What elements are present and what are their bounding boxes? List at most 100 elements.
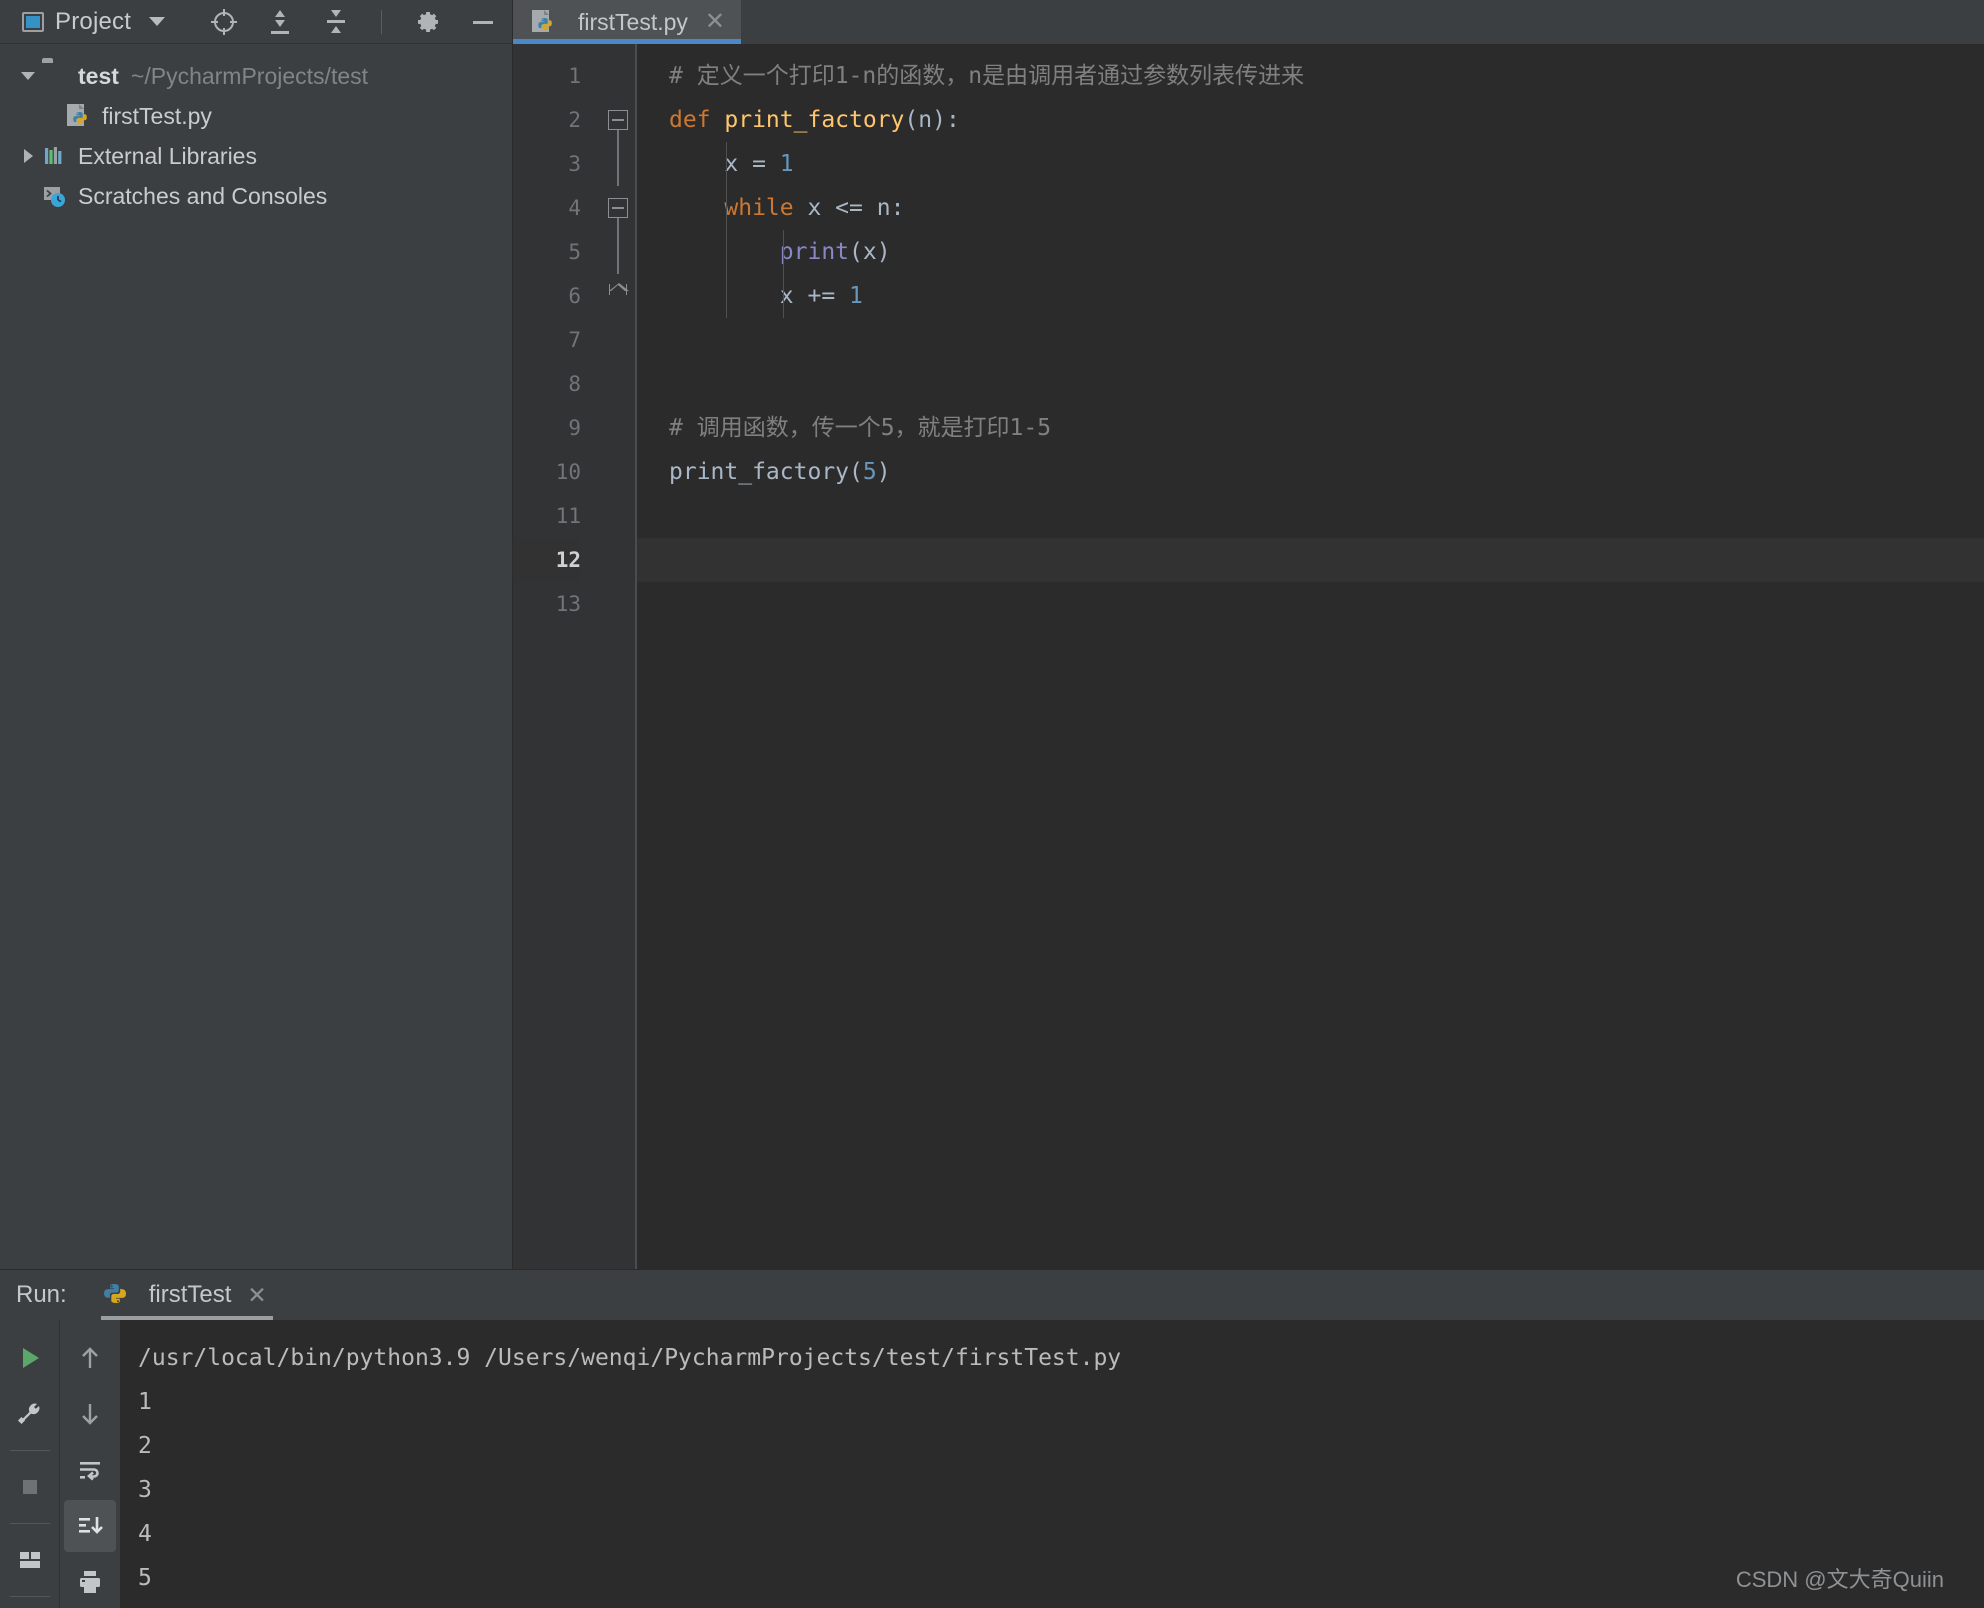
run-toolbar-right bbox=[60, 1320, 120, 1608]
code-line-1[interactable]: # 定义一个打印1-n的函数，n是由调用者通过参数列表传进来 bbox=[635, 54, 1984, 98]
code-token-keyword: def bbox=[669, 107, 725, 133]
run-button[interactable] bbox=[4, 1332, 56, 1384]
console-command: /usr/local/bin/python3.9 /Users/wenqi/Py… bbox=[138, 1345, 1122, 1371]
toolbar-divider bbox=[9, 1523, 50, 1524]
line-number: 13 bbox=[555, 592, 581, 616]
fold-region bbox=[603, 142, 635, 186]
code-token-plain: x += bbox=[669, 283, 850, 309]
code-token-number: 1 bbox=[849, 283, 863, 309]
editor-tabbar: firstTest.py ✕ bbox=[513, 0, 1984, 44]
code-token-plain: (x) bbox=[849, 239, 891, 265]
arrow-down-icon[interactable] bbox=[64, 1388, 116, 1440]
tree-node-label: External Libraries bbox=[78, 142, 257, 169]
editor-fold-column[interactable] bbox=[603, 44, 635, 1269]
toolbar-divider bbox=[9, 1450, 50, 1451]
indent-guide bbox=[783, 230, 784, 318]
code-line-6[interactable]: x += 1 bbox=[635, 274, 1984, 318]
fold-marker-end[interactable] bbox=[603, 274, 635, 318]
tree-node-label: test bbox=[78, 62, 119, 89]
code-line-7[interactable] bbox=[635, 318, 1984, 362]
fold-guide-line bbox=[617, 218, 619, 230]
code-line-13[interactable] bbox=[635, 582, 1984, 626]
expand-all-icon[interactable] bbox=[265, 7, 295, 37]
chevron-down-icon[interactable] bbox=[149, 17, 166, 26]
fold-marker-while[interactable] bbox=[603, 186, 635, 230]
editor-body[interactable]: 1 2 3 4 5 6 7 8 9 10 11 12 13 # 定义一个打印1-… bbox=[513, 44, 1984, 1269]
gear-icon[interactable] bbox=[412, 7, 442, 37]
code-line-3[interactable]: x = 1 bbox=[635, 142, 1984, 186]
run-tool-window: Run: firstTest ✕ /usr/local/bin/python3.… bbox=[0, 1269, 1984, 1608]
line-number: 10 bbox=[555, 460, 581, 484]
toolbar-divider bbox=[381, 9, 383, 34]
line-number: 6 bbox=[568, 284, 581, 308]
fold-end-icon[interactable] bbox=[608, 283, 629, 295]
stop-button[interactable] bbox=[4, 1461, 56, 1513]
run-toolbar-left bbox=[0, 1320, 60, 1608]
minimize-icon[interactable] bbox=[468, 7, 498, 37]
scroll-to-end-button[interactable] bbox=[64, 1500, 116, 1552]
line-number: 2 bbox=[568, 108, 581, 132]
close-icon[interactable]: ✕ bbox=[705, 10, 725, 34]
console-output-line: 4 bbox=[138, 1521, 152, 1547]
editor-line-numbers: 1 2 3 4 5 6 7 8 9 10 11 12 13 bbox=[513, 44, 603, 1269]
libraries-icon bbox=[42, 143, 68, 169]
project-sidebar: Project test ~/PycharmProjects/test firs… bbox=[0, 0, 513, 1269]
code-line-2[interactable]: def print_factory(n): bbox=[635, 98, 1984, 142]
project-tool-window-button[interactable]: Project bbox=[22, 8, 131, 36]
line-number: 3 bbox=[568, 152, 581, 176]
code-line-4[interactable]: while x <= n: bbox=[635, 186, 1984, 230]
project-toolbar: Project bbox=[0, 0, 512, 44]
layout-button[interactable] bbox=[4, 1534, 56, 1586]
fold-guide-line bbox=[617, 142, 619, 186]
code-token-plain: x = bbox=[669, 151, 780, 177]
code-token-comment: # 调用函数，传一个5，就是打印1-5 bbox=[669, 415, 1052, 441]
project-tree: test ~/PycharmProjects/test firstTest.py bbox=[0, 44, 512, 1269]
scratches-icon bbox=[42, 183, 68, 209]
folder-icon bbox=[42, 63, 68, 89]
toolbar-divider bbox=[9, 1596, 50, 1597]
code-line-8[interactable] bbox=[635, 362, 1984, 406]
line-number: 11 bbox=[555, 504, 581, 528]
code-line-10[interactable]: print_factory(5) bbox=[635, 450, 1984, 494]
wrench-icon[interactable] bbox=[4, 1388, 56, 1440]
console-output-line: 5 bbox=[138, 1565, 152, 1591]
tree-node-test[interactable]: test ~/PycharmProjects/test bbox=[0, 56, 512, 96]
printer-icon[interactable] bbox=[64, 1556, 116, 1608]
line-number: 7 bbox=[568, 328, 581, 352]
tree-node-firstTest-py[interactable]: firstTest.py bbox=[0, 96, 512, 136]
line-number: 8 bbox=[568, 372, 581, 396]
console-output[interactable]: /usr/local/bin/python3.9 /Users/wenqi/Py… bbox=[120, 1320, 1984, 1608]
editor-area: firstTest.py ✕ 1 2 3 4 5 6 7 8 9 10 11 1… bbox=[513, 0, 1984, 1269]
close-icon[interactable]: ✕ bbox=[247, 1282, 266, 1309]
fold-collapse-icon[interactable] bbox=[608, 198, 628, 218]
arrow-up-icon[interactable] bbox=[64, 1332, 116, 1384]
collapse-all-icon[interactable] bbox=[321, 7, 351, 37]
code-token-plain: ) bbox=[876, 459, 891, 485]
code-line-5[interactable]: print(x) bbox=[635, 230, 1984, 274]
tree-node-external-libraries[interactable]: External Libraries bbox=[0, 136, 512, 176]
code-content[interactable]: # 定义一个打印1-n的函数，n是由调用者通过参数列表传进来 def print… bbox=[635, 44, 1984, 1269]
line-number: 4 bbox=[568, 196, 581, 220]
run-tab-firstTest[interactable]: firstTest ✕ bbox=[93, 1270, 281, 1320]
code-token-keyword: while bbox=[724, 195, 794, 221]
code-token-plain: x <= n: bbox=[793, 195, 905, 221]
run-header: Run: firstTest ✕ bbox=[0, 1270, 1984, 1320]
soft-wrap-icon[interactable] bbox=[64, 1444, 116, 1496]
project-icon bbox=[22, 11, 44, 32]
chevron-down-icon[interactable] bbox=[14, 72, 42, 80]
python-icon bbox=[101, 1282, 127, 1308]
code-line-9[interactable]: # 调用函数，传一个5，就是打印1-5 bbox=[635, 406, 1984, 450]
line-number: 5 bbox=[568, 240, 581, 264]
fold-marker-def[interactable] bbox=[603, 98, 635, 186]
chevron-right-icon[interactable] bbox=[14, 149, 42, 163]
fold-collapse-icon[interactable] bbox=[608, 110, 628, 130]
tree-node-scratches-and-consoles[interactable]: Scratches and Consoles bbox=[0, 176, 512, 216]
code-line-11[interactable] bbox=[635, 494, 1984, 538]
code-token-number: 5 bbox=[862, 459, 877, 485]
editor-tab-firstTest-py[interactable]: firstTest.py ✕ bbox=[513, 0, 742, 44]
code-line-12[interactable] bbox=[635, 538, 1984, 582]
locate-target-icon[interactable] bbox=[209, 7, 239, 37]
